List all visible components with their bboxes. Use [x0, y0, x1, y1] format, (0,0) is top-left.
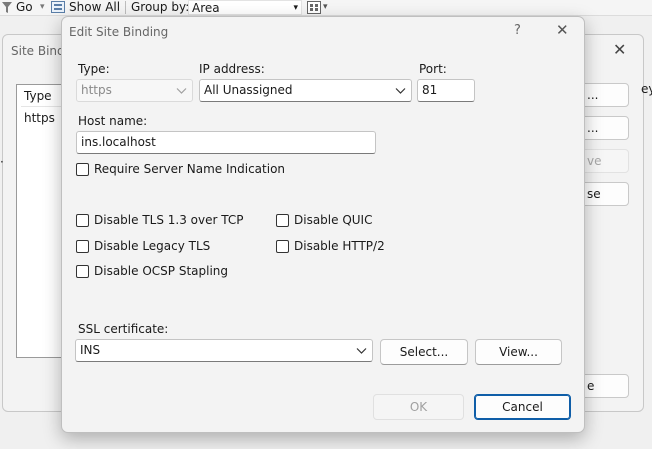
ssl-certificate-label: SSL certificate:: [78, 322, 169, 336]
view-button[interactable]: View...: [475, 339, 562, 365]
type-value: https: [81, 83, 112, 97]
close-icon[interactable]: ✕: [556, 23, 569, 38]
ip-address-select[interactable]: All Unassigned: [199, 79, 412, 102]
toolbar-separator: [125, 1, 126, 14]
disable-tls13-checkbox[interactable]: [76, 214, 89, 227]
type-label: Type:: [78, 62, 110, 76]
ssl-certificate-select[interactable]: INS: [75, 339, 373, 362]
host-name-value: ins.localhost: [81, 135, 156, 149]
chevron-down-icon: [395, 88, 406, 94]
ip-address-label: IP address:: [199, 62, 265, 76]
filter-icon: [2, 2, 12, 13]
chevron-down-icon: [356, 348, 367, 354]
host-name-input[interactable]: ins.localhost: [76, 131, 376, 154]
view-dropdown-icon[interactable]: ▾: [323, 0, 328, 15]
ssl-certificate-value: INS: [80, 343, 101, 357]
disable-ocsp-label[interactable]: Disable OCSP Stapling: [94, 264, 228, 278]
show-all-button[interactable]: Show All: [69, 0, 120, 15]
select-button[interactable]: Select...: [380, 339, 468, 365]
disable-http2-label[interactable]: Disable HTTP/2: [294, 239, 385, 253]
list-header-type[interactable]: Type: [24, 89, 52, 103]
host-name-label: Host name:: [78, 114, 148, 128]
bindings-list[interactable]: Type https: [16, 84, 66, 358]
edge-mark: ·: [0, 155, 4, 169]
group-by-value: Area: [192, 1, 220, 15]
view-icon[interactable]: [307, 1, 321, 14]
edge-text: ey: [641, 82, 652, 96]
go-dropdown-icon[interactable]: ▾: [40, 0, 45, 15]
dialog-title: Edit Site Binding: [69, 25, 169, 39]
cancel-button[interactable]: Cancel: [474, 394, 571, 420]
require-sni-label[interactable]: Require Server Name Indication: [94, 162, 285, 176]
disable-quic-label[interactable]: Disable QUIC: [294, 213, 372, 227]
list-item[interactable]: https: [24, 111, 55, 125]
disable-legacy-tls-checkbox[interactable]: [76, 240, 89, 253]
group-by-select[interactable]: Area ▾: [188, 0, 302, 15]
disable-legacy-tls-label[interactable]: Disable Legacy TLS: [94, 239, 210, 253]
go-button[interactable]: Go: [16, 0, 33, 15]
disable-tls13-label[interactable]: Disable TLS 1.3 over TCP: [94, 213, 244, 227]
chevron-down-icon: ▾: [293, 3, 298, 13]
chevron-down-icon: [176, 88, 187, 94]
port-value: 81: [422, 83, 438, 97]
ip-address-value: All Unassigned: [204, 83, 293, 97]
disable-http2-checkbox[interactable]: [276, 240, 289, 253]
close-icon[interactable]: ✕: [613, 42, 626, 58]
list-header-divider: [21, 106, 63, 107]
show-all-icon: [51, 1, 65, 13]
help-icon[interactable]: ?: [514, 24, 521, 38]
site-bindings-title: Site Bindi: [11, 44, 68, 58]
require-sni-checkbox[interactable]: [76, 163, 89, 176]
group-by-label: Group by:: [131, 0, 190, 14]
type-select[interactable]: https: [76, 79, 193, 102]
edit-site-binding-dialog: Edit Site Binding ? ✕ Type: https IP add…: [61, 16, 585, 433]
port-input[interactable]: 81: [417, 79, 475, 102]
port-label: Port:: [419, 62, 447, 76]
disable-quic-checkbox[interactable]: [276, 214, 289, 227]
disable-ocsp-checkbox[interactable]: [76, 265, 89, 278]
ok-button[interactable]: OK: [373, 394, 464, 420]
